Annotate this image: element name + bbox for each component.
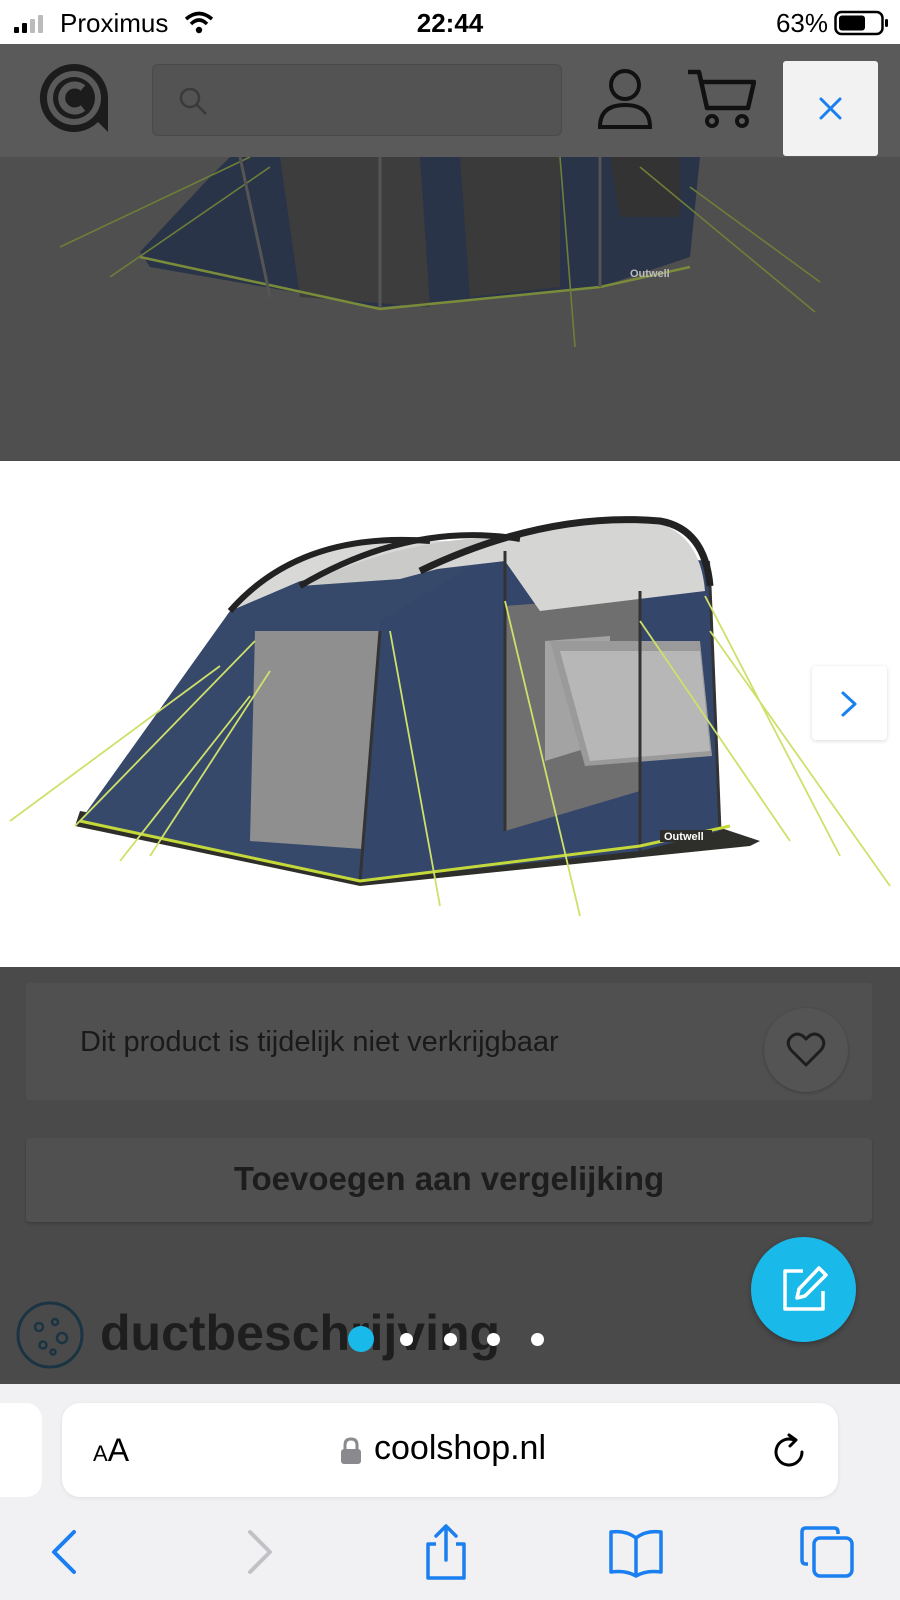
lock-icon xyxy=(341,1437,361,1464)
heart-icon xyxy=(786,1032,826,1067)
cart-icon[interactable] xyxy=(686,66,756,130)
pagination-dot[interactable] xyxy=(531,1333,544,1346)
gallery-image-current: Outwell xyxy=(0,461,900,967)
close-icon xyxy=(819,97,842,120)
section-title: ductbeschrijving xyxy=(100,1305,501,1361)
edit-icon xyxy=(783,1266,828,1311)
availability-message: Dit product is tijdelijk niet verkrijgba… xyxy=(80,1026,559,1058)
bookmarks-icon[interactable] xyxy=(608,1524,664,1580)
pagination-dot-active[interactable] xyxy=(348,1326,374,1352)
feedback-edit-button[interactable] xyxy=(751,1237,856,1342)
gallery-image-previous: Outwell xyxy=(0,157,900,460)
text-size-label: AA xyxy=(93,1432,130,1468)
reload-icon[interactable] xyxy=(772,1432,808,1470)
back-icon[interactable] xyxy=(38,1524,94,1580)
description-section-icon xyxy=(16,1301,84,1369)
chevron-right-icon xyxy=(841,691,857,717)
previous-tab-preview[interactable] xyxy=(0,1403,42,1497)
text-size-button[interactable]: AA xyxy=(93,1432,129,1469)
gallery-next-button[interactable] xyxy=(812,666,887,740)
pagination-dot[interactable] xyxy=(487,1333,500,1346)
tabs-icon[interactable] xyxy=(800,1524,856,1580)
pagination-dot[interactable] xyxy=(444,1333,457,1346)
battery-percent: 63% xyxy=(775,8,828,38)
brand-mark: Outwell xyxy=(664,831,704,843)
account-icon[interactable] xyxy=(596,66,654,130)
status-bar: Proximus 22:44 63% xyxy=(0,0,900,44)
coolshop-logo[interactable] xyxy=(38,62,110,134)
wishlist-button[interactable] xyxy=(764,1008,848,1092)
share-icon[interactable] xyxy=(418,1524,474,1580)
search-input[interactable] xyxy=(152,64,562,136)
battery-icon xyxy=(834,10,888,36)
close-menu-button[interactable] xyxy=(783,61,878,156)
svg-text:Outwell: Outwell xyxy=(630,268,670,280)
pagination-dot[interactable] xyxy=(400,1333,413,1346)
search-icon xyxy=(179,87,207,115)
url-text[interactable]: coolshop.nl xyxy=(374,1429,546,1468)
clock: 22:44 xyxy=(416,8,484,38)
forward-icon[interactable] xyxy=(230,1524,286,1580)
compare-button-label: Toevoegen aan vergelijking xyxy=(233,1160,665,1197)
